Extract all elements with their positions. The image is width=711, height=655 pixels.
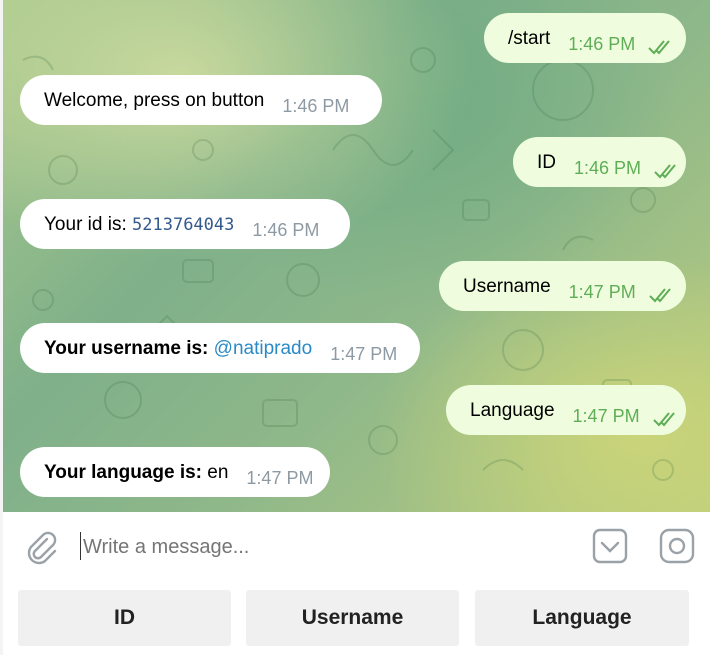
message-prefix: Your id is:	[44, 214, 133, 235]
message-incoming-welcome[interactable]: Welcome, press on button 1:46 PM	[20, 75, 382, 125]
message-text: Username	[463, 276, 551, 297]
message-time: 1:46 PM	[252, 220, 320, 240]
message-time: 1:47 PM	[568, 282, 636, 302]
double-check-icon	[652, 412, 675, 427]
message-time: 1:46 PM	[574, 158, 642, 178]
reply-button-language[interactable]: Language	[475, 590, 689, 646]
message-time: 1:47 PM	[330, 344, 398, 364]
double-check-icon	[648, 40, 671, 55]
keyboard-toggle-icon[interactable]	[590, 526, 630, 566]
message-incoming-username[interactable]: Your username is: @natiprado 1:47 PM	[20, 323, 420, 373]
message-outgoing-start[interactable]: /start 1:46 PM	[484, 13, 686, 63]
double-check-icon	[648, 288, 671, 303]
double-check-icon	[654, 164, 676, 179]
reply-button-id[interactable]: ID	[18, 590, 231, 646]
reply-keyboard: ID Username Language	[3, 578, 710, 655]
message-text: Your language is: en	[44, 462, 228, 484]
message-outgoing-language[interactable]: Language 1:47 PM	[446, 385, 686, 435]
message-outgoing-username[interactable]: Username 1:47 PM	[439, 261, 686, 311]
message-composer	[3, 512, 710, 578]
message-text: Language	[470, 400, 555, 421]
reply-button-username[interactable]: Username	[246, 590, 459, 646]
message-time: 1:46 PM	[282, 96, 350, 116]
message-outgoing-id[interactable]: ID 1:46 PM	[513, 137, 686, 187]
message-incoming-language[interactable]: Your language is: en 1:47 PM	[20, 447, 330, 497]
message-text: ID	[537, 152, 556, 173]
language-value: en	[207, 462, 229, 483]
message-time: 1:46 PM	[568, 34, 636, 54]
message-text[interactable]: /start	[508, 28, 550, 50]
message-incoming-id[interactable]: Your id is: 5213764043 1:46 PM	[20, 199, 350, 249]
paperclip-icon[interactable]	[23, 529, 59, 565]
message-prefix: Your username is:	[44, 338, 214, 359]
message-time: 1:47 PM	[572, 406, 640, 426]
message-text: Your username is: @natiprado	[44, 338, 312, 360]
user-id-value[interactable]: 5213764043	[132, 215, 234, 235]
message-input[interactable]	[81, 531, 565, 563]
message-time: 1:47 PM	[246, 468, 314, 488]
message-text: Welcome, press on button	[44, 90, 265, 111]
chat-area[interactable]: /start 1:46 PM Welcome, press on button …	[3, 0, 710, 512]
message-text: Your id is: 5213764043	[44, 214, 234, 236]
username-link[interactable]: @natiprado	[214, 338, 313, 359]
message-prefix: Your language is:	[44, 462, 208, 483]
camera-icon[interactable]	[657, 526, 697, 566]
